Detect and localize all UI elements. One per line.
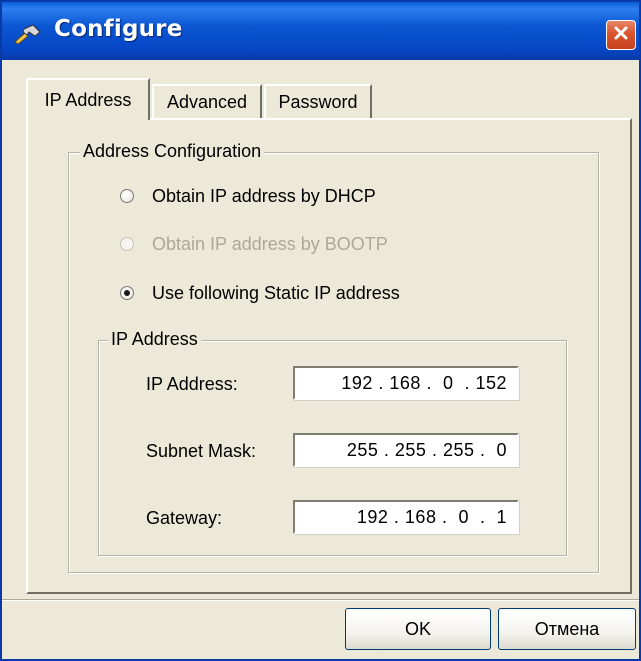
close-icon	[612, 24, 630, 47]
tab-ip-address[interactable]: IP Address	[26, 78, 150, 120]
ip-address-field[interactable]: 192 . 168 . 0 . 152	[293, 366, 519, 400]
close-button[interactable]	[606, 20, 636, 50]
tab-password[interactable]: Password	[264, 84, 372, 118]
radio-button-selected[interactable]	[120, 286, 134, 300]
radio-button[interactable]	[120, 189, 134, 203]
radio-label: Obtain IP address by DHCP	[152, 185, 376, 206]
ip-address-legend: IP Address	[108, 329, 201, 350]
title-bar[interactable]: Configure	[2, 2, 639, 60]
radio-label: Obtain IP address by BOOTP	[152, 233, 388, 254]
tab-advanced[interactable]: Advanced	[152, 84, 262, 118]
ip-address-label: IP Address:	[146, 374, 238, 394]
gateway-label: Gateway:	[146, 508, 223, 528]
configure-dialog: Configure IP Address Advanced Password A…	[0, 0, 641, 661]
gateway-field[interactable]: 192 . 168 . 0 . 1	[293, 500, 519, 534]
radio-button	[120, 237, 134, 251]
subnet-mask-field[interactable]: 255 . 255 . 255 . 0	[293, 433, 519, 467]
address-configuration-legend: Address Configuration	[80, 141, 265, 162]
ok-button[interactable]: OK	[345, 608, 491, 650]
radio-label: Use following Static IP address	[152, 282, 400, 303]
window-title: Configure	[54, 16, 183, 42]
button-separator	[2, 599, 639, 601]
radio-bootp: Obtain IP address by BOOTP	[120, 232, 388, 256]
radio-dot	[124, 290, 130, 296]
radio-dhcp[interactable]: Obtain IP address by DHCP	[120, 184, 376, 208]
cancel-button[interactable]: Отмена	[498, 608, 636, 650]
radio-static-ip[interactable]: Use following Static IP address	[120, 281, 400, 305]
wrench-icon	[13, 24, 43, 45]
subnet-mask-label: Subnet Mask:	[146, 441, 257, 461]
